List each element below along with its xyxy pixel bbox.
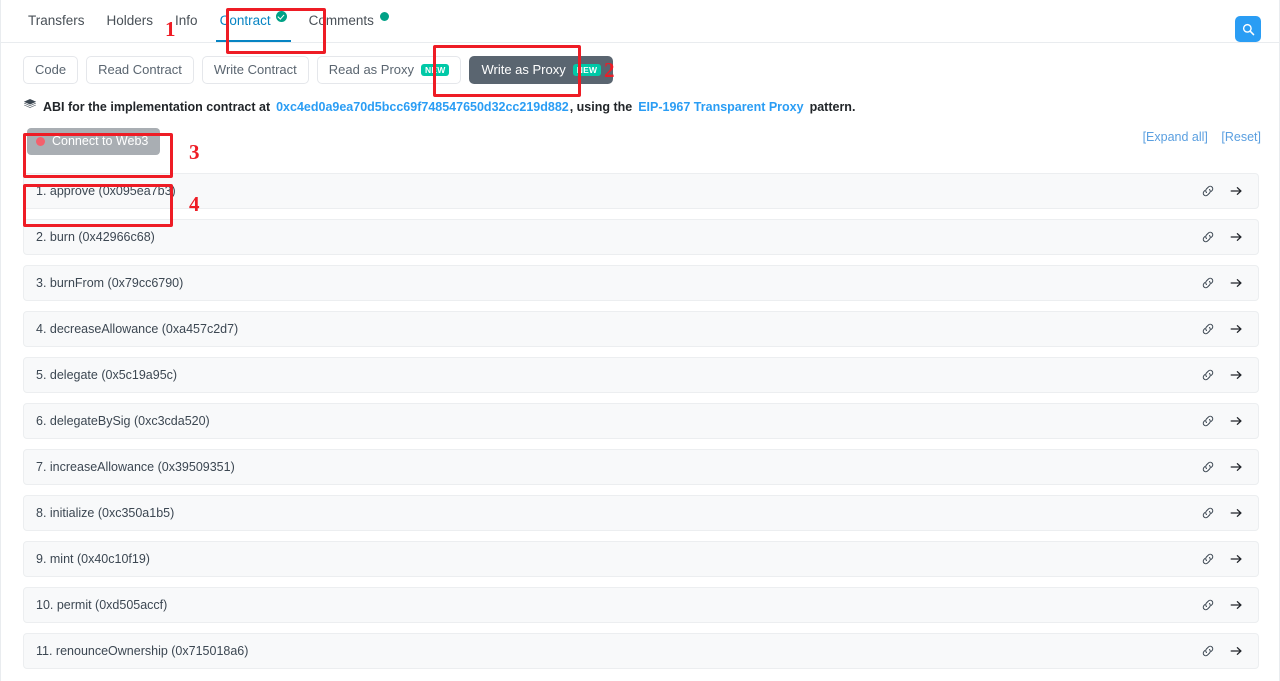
subtab-write-as-proxy[interactable]: Write as Proxy NEW [469,56,614,84]
subtab-label: Code [35,62,67,77]
subtab-label: Write Contract [213,62,297,77]
function-name: 2. burn (0x42966c68) [36,230,155,244]
link-icon[interactable] [1201,506,1215,520]
arrow-right-icon[interactable] [1229,230,1244,244]
tab-comments[interactable]: Comments [298,0,400,42]
row-actions [1201,184,1244,198]
table-row[interactable]: 2. burn (0x42966c68) [23,219,1259,255]
table-row[interactable]: 1. approve (0x095ea7b3) [23,173,1259,209]
row-actions [1201,414,1244,428]
status-dot-icon [379,11,389,21]
eip-1967-proxy-link[interactable]: EIP-1967 Transparent Proxy [638,100,803,114]
list-controls: [Expand all] [Reset] [1133,130,1261,144]
row-actions [1201,598,1244,612]
arrow-right-icon[interactable] [1229,644,1244,658]
subtab-label: Write as Proxy [481,62,566,77]
function-name: 3. burnFrom (0x79cc6790) [36,276,184,290]
arrow-right-icon[interactable] [1229,276,1244,290]
tab-label: Contract [219,13,271,28]
web3-connect-row: Connect to Web3 [Expand all] [Reset] [1,115,1279,155]
connection-status-dot-icon [36,137,45,146]
link-icon[interactable] [1201,184,1215,198]
row-actions [1201,230,1244,244]
tab-label: Transfers [28,13,85,28]
arrow-right-icon[interactable] [1229,322,1244,336]
tab-label: Comments [308,13,374,28]
table-row[interactable]: 8. initialize (0xc350a1b5) [23,495,1259,531]
arrow-right-icon[interactable] [1229,552,1244,566]
row-actions [1201,276,1244,290]
link-icon[interactable] [1201,598,1215,612]
main-tab-bar: Transfers Holders Info Contract Comments [1,0,1279,43]
arrow-right-icon[interactable] [1229,184,1244,198]
tab-contract[interactable]: Contract [209,0,298,42]
search-button[interactable] [1235,16,1261,42]
function-name: 6. delegateBySig (0xc3cda520) [36,414,210,428]
function-name: 7. increaseAllowance (0x39509351) [36,460,235,474]
subtab-label: Read Contract [98,62,182,77]
contract-function-list: 1. approve (0x095ea7b3) 2. burn (0x42966… [23,173,1259,669]
new-badge: NEW [421,63,450,77]
abi-notice-suffix: pattern. [809,99,856,114]
row-actions [1201,368,1244,382]
tab-holders[interactable]: Holders [96,0,165,42]
link-icon[interactable] [1201,230,1215,244]
table-row[interactable]: 7. increaseAllowance (0x39509351) [23,449,1259,485]
subtab-read-contract[interactable]: Read Contract [86,56,194,84]
connect-to-web3-button[interactable]: Connect to Web3 [27,128,161,155]
row-actions [1201,460,1244,474]
table-row[interactable]: 6. delegateBySig (0xc3cda520) [23,403,1259,439]
arrow-right-icon[interactable] [1229,414,1244,428]
subtab-read-as-proxy[interactable]: Read as Proxy NEW [316,56,462,84]
row-actions [1201,506,1244,520]
link-icon[interactable] [1201,460,1215,474]
expand-all-link[interactable]: [Expand all] [1143,130,1208,144]
subtab-label: Read as Proxy [328,62,415,77]
arrow-right-icon[interactable] [1229,598,1244,612]
function-name: 5. delegate (0x5c19a95c) [36,368,178,382]
abi-notice-prefix: ABI for the implementation contract at [43,99,271,114]
abi-notice-middle: , using the [569,99,633,114]
row-actions [1201,644,1244,658]
function-name: 11. renounceOwnership (0x715018a6) [36,644,249,658]
new-badge: NEW [572,63,602,77]
tab-transfers[interactable]: Transfers [17,0,96,42]
link-icon[interactable] [1201,322,1215,336]
contract-subtab-bar: Code Read Contract Write Contract Read a… [1,43,1279,84]
link-icon[interactable] [1201,552,1215,566]
function-name: 1. approve (0x095ea7b3) [36,184,176,198]
function-name: 9. mint (0x40c10f19) [36,552,150,566]
function-name: 4. decreaseAllowance (0xa457c2d7) [36,322,239,336]
table-row[interactable]: 3. burnFrom (0x79cc6790) [23,265,1259,301]
link-icon[interactable] [1201,414,1215,428]
contract-page: Transfers Holders Info Contract Comments [0,0,1280,681]
tab-label: Holders [106,13,154,28]
subtab-code[interactable]: Code [23,56,79,84]
table-row[interactable]: 9. mint (0x40c10f19) [23,541,1259,577]
tab-label: Info [175,13,198,28]
implementation-address-link[interactable]: 0xc4ed0a9ea70d5bcc69f748547650d32cc219d8… [276,100,569,114]
link-icon[interactable] [1201,276,1215,290]
link-icon[interactable] [1201,644,1215,658]
subtab-write-contract[interactable]: Write Contract [201,56,309,84]
layers-icon [23,98,37,115]
connect-button-label: Connect to Web3 [52,134,149,148]
abi-implementation-notice: ABI for the implementation contract at 0… [1,84,1279,115]
row-actions [1201,322,1244,336]
arrow-right-icon[interactable] [1229,506,1244,520]
arrow-right-icon[interactable] [1229,368,1244,382]
search-icon [1242,23,1255,36]
table-row[interactable]: 10. permit (0xd505accf) [23,587,1259,623]
table-row[interactable]: 4. decreaseAllowance (0xa457c2d7) [23,311,1259,347]
table-row[interactable]: 5. delegate (0x5c19a95c) [23,357,1259,393]
row-actions [1201,552,1244,566]
reset-link[interactable]: [Reset] [1221,130,1261,144]
link-icon[interactable] [1201,368,1215,382]
function-name: 8. initialize (0xc350a1b5) [36,506,175,520]
function-name: 10. permit (0xd505accf) [36,598,168,612]
tab-info[interactable]: Info [164,0,209,42]
verified-check-icon [275,10,287,22]
table-row[interactable]: 11. renounceOwnership (0x715018a6) [23,633,1259,669]
arrow-right-icon[interactable] [1229,460,1244,474]
